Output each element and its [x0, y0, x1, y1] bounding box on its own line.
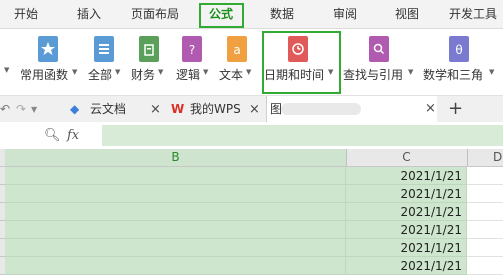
math-icon: θ	[449, 36, 469, 62]
cell-d[interactable]	[467, 167, 503, 185]
doc-tab-cloud[interactable]: 云文档	[90, 96, 126, 123]
sheet-grid: 2021/1/21 2021/1/21 2021/1/21 2021/1/21 …	[0, 167, 503, 275]
close-icon[interactable]: ×	[150, 96, 161, 123]
table-row: 2021/1/21	[0, 203, 503, 221]
cell-c[interactable]: 2021/1/21	[346, 203, 467, 221]
chevron-down-icon: ▼	[408, 68, 414, 76]
svg-text:a: a	[233, 43, 240, 57]
finance-button[interactable]: 财务 ▼	[131, 29, 171, 95]
formula-input[interactable]	[102, 125, 503, 146]
tab-home[interactable]: 开始	[14, 0, 38, 28]
tab-view[interactable]: 视图	[395, 0, 419, 28]
table-row: 2021/1/21	[0, 185, 503, 203]
cloud-doc-icon: ◆	[70, 102, 80, 116]
math-trig-button[interactable]: θ 数学和三角 ▼	[423, 29, 503, 95]
cell-b[interactable]	[5, 257, 346, 275]
cell-c[interactable]: 2021/1/21	[346, 221, 467, 239]
fx-icon[interactable]: fx	[67, 122, 79, 149]
doc-tab-active[interactable]: 图 ×	[266, 96, 437, 122]
tab-page-layout[interactable]: 页面布局	[131, 0, 179, 28]
column-header-row: B C D	[0, 149, 503, 167]
chevron-down-icon: ▼	[72, 68, 78, 76]
date-time-highlight	[262, 31, 341, 94]
search-icon[interactable]: 🔍︎	[44, 122, 61, 149]
chevron-down-icon: ▼	[489, 68, 495, 76]
finance-icon	[139, 36, 159, 62]
tab-review[interactable]: 审阅	[333, 0, 357, 28]
svg-text:θ: θ	[455, 43, 462, 57]
blurred-title	[281, 103, 361, 115]
redo-icon[interactable]: ↷	[16, 96, 26, 123]
cell-d[interactable]	[467, 203, 503, 221]
text-button[interactable]: a 文本 ▼	[219, 29, 259, 95]
cell-c[interactable]: 2021/1/21	[346, 257, 467, 275]
text-icon: a	[227, 36, 247, 62]
table-row: 2021/1/21	[0, 167, 503, 185]
cell-d[interactable]	[467, 221, 503, 239]
star-function-icon	[38, 36, 58, 62]
cell-b[interactable]	[5, 239, 346, 257]
cell-d[interactable]	[467, 185, 503, 203]
doc-tab-wps[interactable]: 我的WPS	[190, 96, 241, 123]
cell-d[interactable]	[467, 239, 503, 257]
ribbon-tab-bar: 开始 插入 页面布局 公式 数据 审阅 视图 开发工具	[0, 0, 503, 29]
close-icon[interactable]: ×	[425, 96, 436, 122]
cell-b[interactable]	[5, 167, 346, 185]
active-tab-highlight	[199, 3, 244, 28]
cell-b[interactable]	[5, 203, 346, 221]
cell-b[interactable]	[5, 185, 346, 203]
close-icon[interactable]: ×	[249, 96, 260, 123]
lookup-reference-button[interactable]: 查找与引用 ▼	[343, 29, 423, 95]
chevron-down-icon: ▼	[246, 68, 252, 76]
logic-icon: ?	[182, 36, 202, 62]
cell-c[interactable]: 2021/1/21	[346, 239, 467, 257]
history-dropdown-icon[interactable]: ▼	[31, 96, 37, 123]
cell-b[interactable]	[5, 221, 346, 239]
ribbon-overflow[interactable]: ▼	[4, 29, 9, 95]
new-tab-plus-icon[interactable]: +	[448, 95, 463, 122]
tab-insert[interactable]: 插入	[77, 0, 101, 28]
all-functions-button[interactable]: 全部 ▼	[88, 29, 128, 95]
chevron-down-icon: ▼	[115, 68, 121, 76]
table-row: 2021/1/21	[0, 239, 503, 257]
table-row: 2021/1/21	[0, 221, 503, 239]
tab-developer[interactable]: 开发工具	[449, 0, 497, 28]
cell-d[interactable]	[467, 257, 503, 275]
column-header-b[interactable]: B	[5, 149, 347, 166]
column-header-c[interactable]: C	[346, 149, 468, 166]
chevron-down-icon: ▼	[158, 68, 164, 76]
logic-button[interactable]: ? 逻辑 ▼	[176, 29, 216, 95]
ribbon-panel: ▼ 常用函数 ▼ 全部 ▼ 财务 ▼ ? 逻辑 ▼ a 文本 ▼ 日期和时间 ▼…	[0, 29, 503, 95]
tab-data[interactable]: 数据	[270, 0, 294, 28]
lookup-icon	[369, 36, 389, 62]
svg-text:?: ?	[189, 43, 195, 57]
undo-icon[interactable]: ↶	[0, 96, 10, 123]
column-header-d[interactable]: D	[467, 149, 503, 166]
chevron-down-icon: ▼	[203, 68, 209, 76]
cell-c[interactable]: 2021/1/21	[346, 167, 467, 185]
formula-bar: 🔍︎ fx	[0, 122, 503, 150]
all-functions-icon	[94, 36, 114, 62]
cell-c[interactable]: 2021/1/21	[346, 185, 467, 203]
wps-logo-icon: W	[171, 102, 185, 116]
table-row: 2021/1/21	[0, 257, 503, 275]
